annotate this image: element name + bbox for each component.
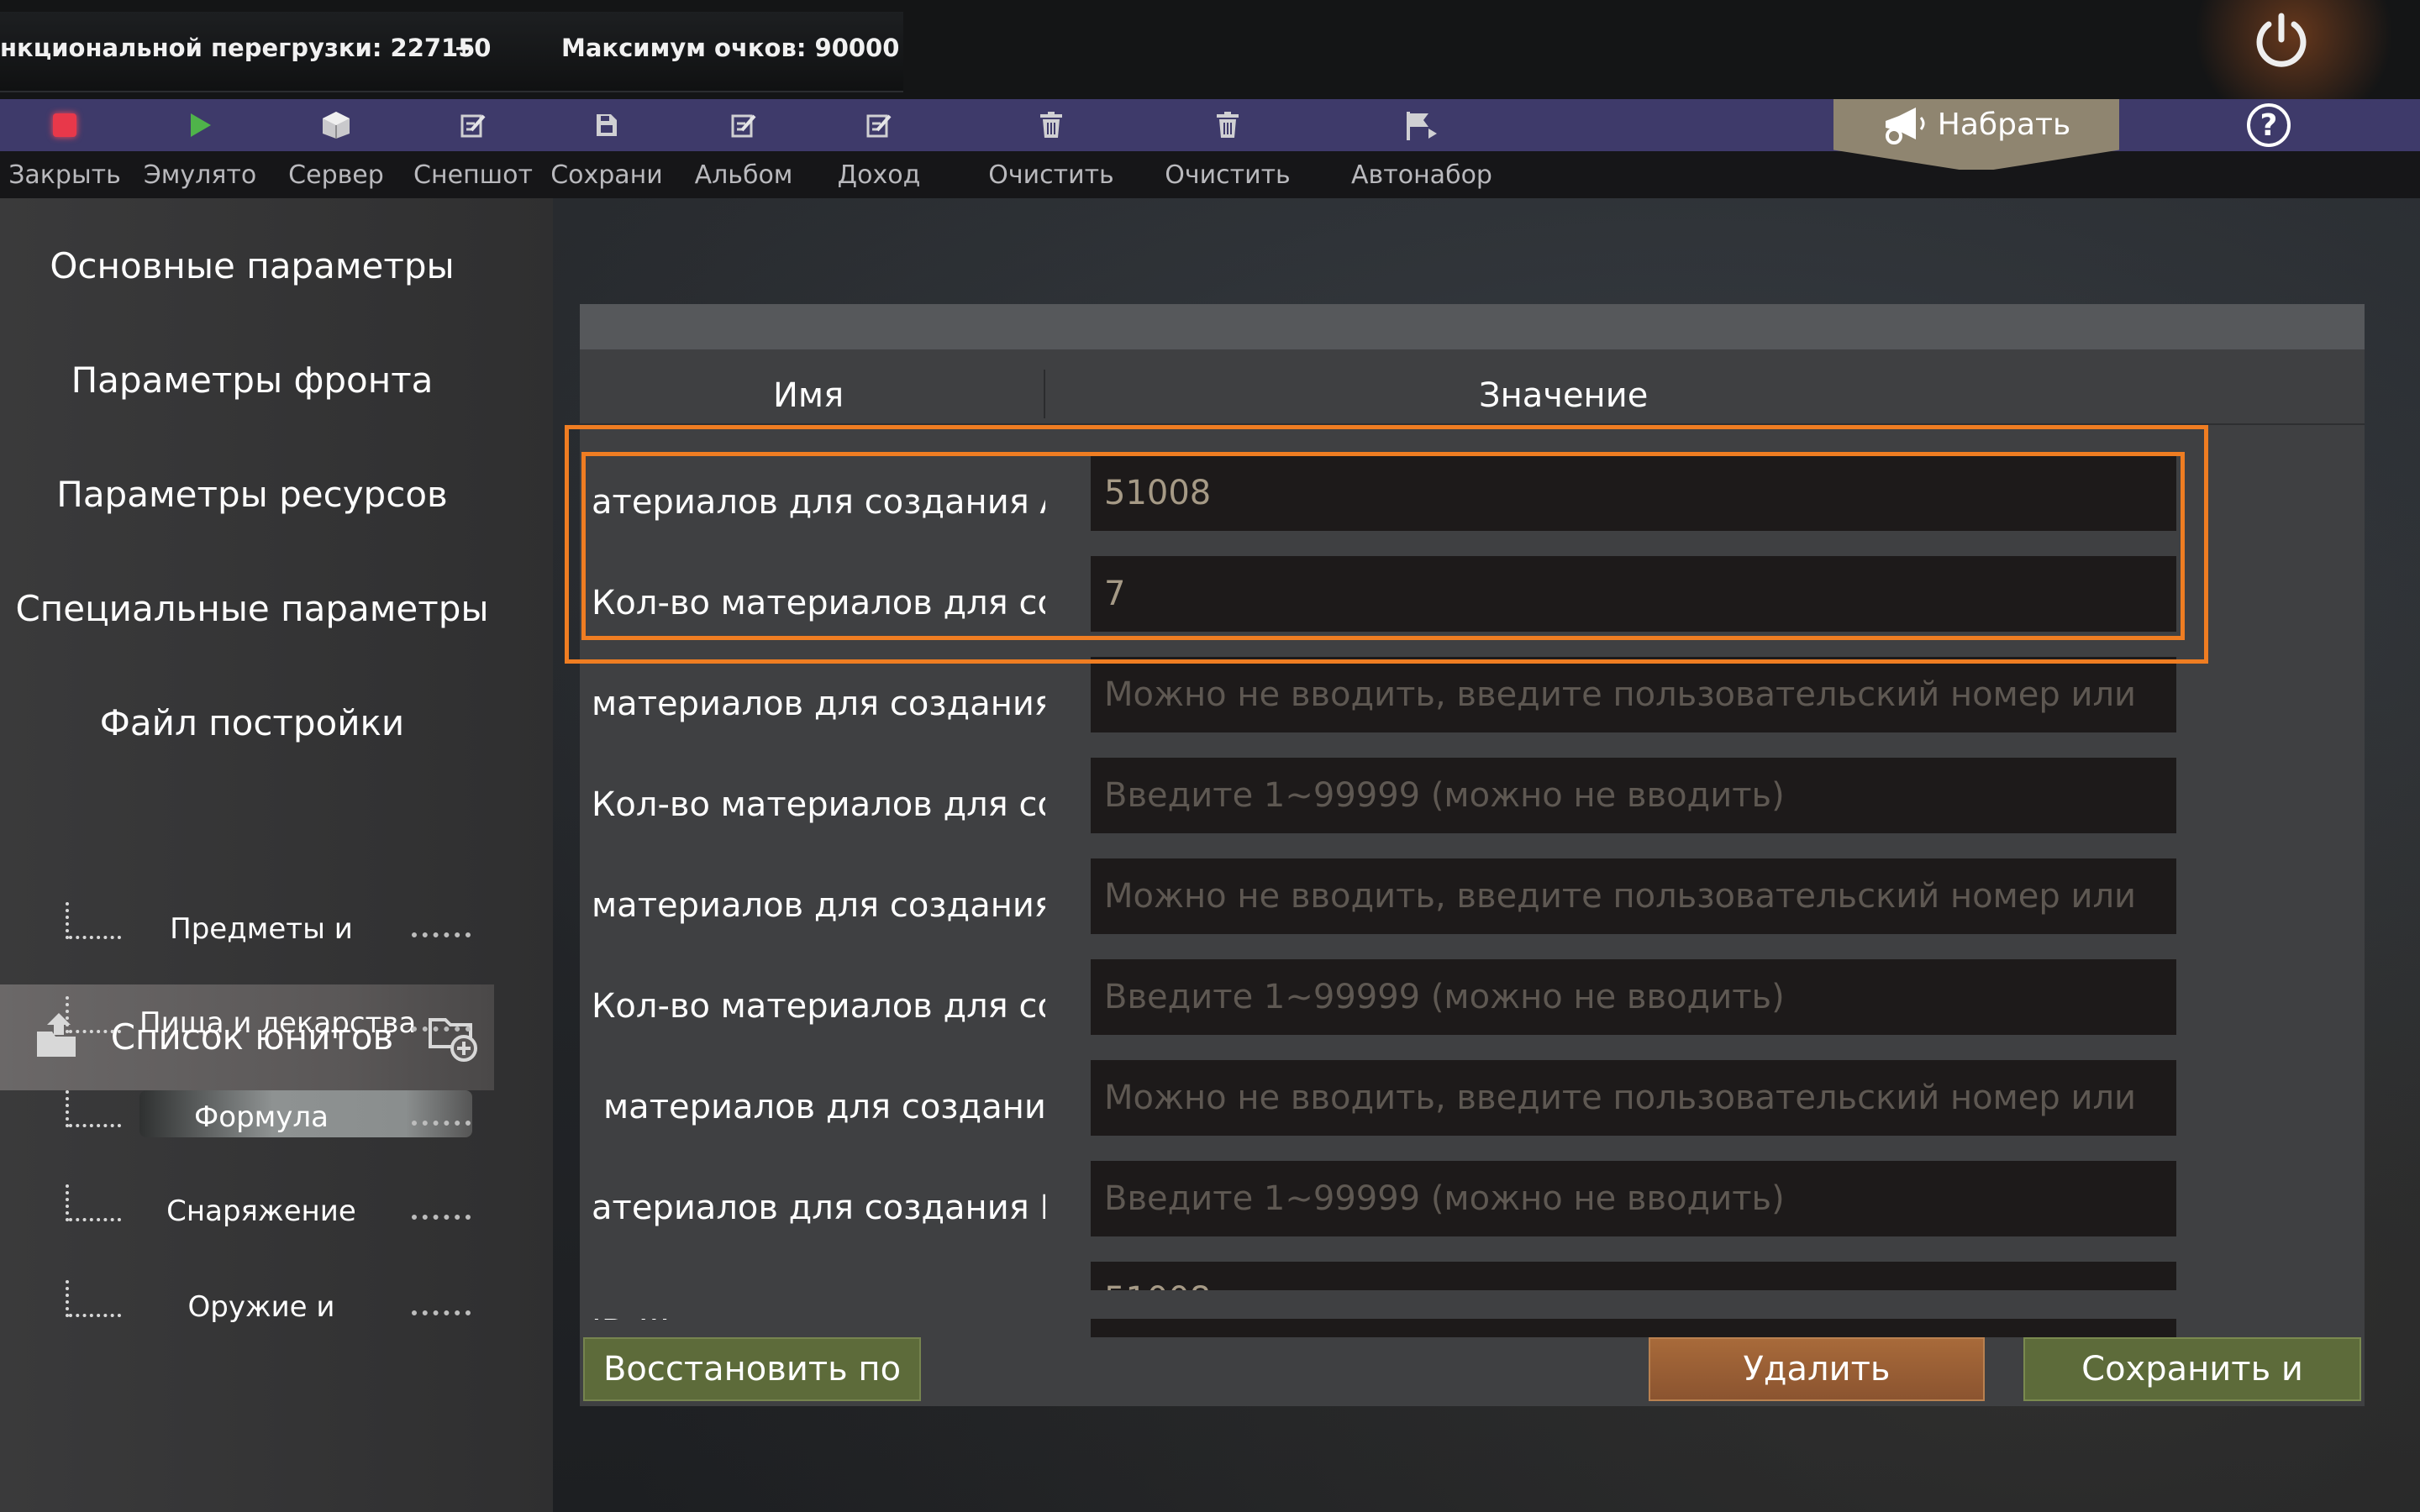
- tree-connector: [66, 1090, 69, 1127]
- toolbar-clear-button-2[interactable]: Очистить: [1160, 99, 1296, 198]
- edit-icon: [731, 114, 756, 138]
- toolbar-label: Закрыть: [8, 160, 121, 190]
- toolbar-label: Сервер: [288, 160, 384, 190]
- megaphone-icon: [1885, 108, 1925, 144]
- toolbar-clear-button-1[interactable]: Очистить: [983, 99, 1119, 198]
- list-clip-edge: [580, 1290, 2365, 1319]
- toolbar-server-button[interactable]: Сервер: [286, 99, 387, 198]
- toolbar-snapshot-button[interactable]: Снепшот: [413, 99, 533, 198]
- overload-status: нкциональной перегрузки: 22715: [0, 34, 476, 62]
- column-header-value: Значение: [1479, 376, 1649, 415]
- row-label: Кол-во материалов для со: [592, 785, 1045, 824]
- toolbar-emulator-button[interactable]: Эмулято: [143, 99, 257, 198]
- tree-connector: [69, 1124, 121, 1127]
- toolbar-label: Снепшот: [413, 160, 533, 190]
- value-input[interactable]: [1091, 758, 2176, 833]
- tree-tail: [412, 1215, 471, 1220]
- value-input[interactable]: [1091, 959, 2176, 1035]
- row-label: материалов для создани: [603, 1088, 1046, 1126]
- stop-icon: [53, 113, 76, 137]
- column-separator[interactable]: [1044, 370, 1045, 418]
- value-input[interactable]: [1091, 1060, 2176, 1136]
- tree-connector: [66, 996, 69, 1033]
- toolbar-auto-recruit-button[interactable]: Автонабор: [1348, 99, 1496, 198]
- power-icon: [2256, 13, 2307, 67]
- tree-item-label: Пища и лекарства: [139, 1006, 417, 1040]
- tree-item-label: Снаряжение: [166, 1194, 356, 1228]
- edit-icon: [866, 114, 892, 138]
- tree-tail: [412, 932, 471, 937]
- row-label: Кол-во материалов для со: [592, 987, 1045, 1026]
- sidebar-item-resource-params[interactable]: Параметры ресурсов: [0, 474, 504, 515]
- sidebar-item-build-file[interactable]: Файл постройки: [0, 702, 504, 743]
- row-label: материалов для создания: [592, 685, 1045, 723]
- sidebar-item-front-params[interactable]: Параметры фронта: [0, 360, 504, 401]
- value-input[interactable]: [1091, 858, 2176, 934]
- sidebar-item-basic-params[interactable]: Основные параметры: [0, 245, 504, 286]
- toolbar-label: Альбом: [694, 160, 793, 190]
- save-button[interactable]: Сохранить и: [2023, 1337, 2361, 1401]
- box-icon: [323, 112, 350, 139]
- tree-connector: [66, 1184, 69, 1221]
- toolbar-income-button[interactable]: Доход: [832, 99, 926, 198]
- sidebar: Основные параметры Параметры фронта Пара…: [0, 198, 553, 1512]
- toolbar-label: Доход: [837, 160, 921, 190]
- column-header-name: Имя: [773, 376, 844, 415]
- toolbar-label: Очистить: [1165, 160, 1291, 190]
- tree-connector: [69, 1030, 121, 1033]
- help-button[interactable]: ?: [2242, 99, 2296, 151]
- tree-tail: [412, 1310, 471, 1315]
- toolbar-save-button[interactable]: Сохрани: [550, 99, 663, 198]
- toolbar-label: Эмулято: [143, 160, 257, 190]
- sidebar-item-special-params[interactable]: Специальные параметры: [0, 588, 504, 629]
- tree-connector: [69, 1218, 121, 1221]
- overload-delta: +0: [454, 34, 492, 62]
- row-label: атериалов для создания D: [592, 1189, 1045, 1227]
- tree-item-items[interactable]: Предметы и: [66, 902, 486, 961]
- delete-button[interactable]: Удалить: [1649, 1337, 1985, 1401]
- tree-item-label: Формула: [194, 1100, 329, 1134]
- tree-item-food-medicine[interactable]: Пища и лекарства: [66, 996, 486, 1055]
- tree-item-label: Оружие и: [187, 1290, 335, 1324]
- row-label: материалов для создания: [592, 886, 1045, 925]
- panel-header-bar: [580, 304, 2365, 349]
- toolbar-album-button[interactable]: Альбом: [694, 99, 793, 198]
- help-icon: ?: [2247, 103, 2291, 147]
- toolbar-close-button[interactable]: Закрыть: [8, 99, 121, 198]
- highlight-box-inner: [581, 452, 2185, 640]
- trash-icon: [1217, 112, 1239, 138]
- recruit-label: Набрать: [1937, 108, 2071, 142]
- value-input[interactable]: [1091, 657, 2176, 732]
- tree-item-weapons[interactable]: Оружие и: [66, 1280, 486, 1339]
- edit-icon: [460, 114, 486, 138]
- tree-item-equipment[interactable]: Снаряжение: [66, 1184, 486, 1243]
- play-icon: [191, 113, 211, 137]
- toolbar-label: Сохрани: [550, 160, 663, 190]
- value-input[interactable]: [1091, 1161, 2176, 1236]
- tree-tail: [412, 1121, 471, 1126]
- trash-icon: [1040, 112, 1062, 138]
- tree-connector: [66, 1280, 69, 1317]
- auto-recruit-icon: [1407, 112, 1437, 140]
- toolbar-label: Автонабор: [1351, 160, 1492, 190]
- tree-item-label: Предметы и: [170, 912, 353, 946]
- restore-button[interactable]: Восстановить по: [583, 1337, 921, 1401]
- tree-item-formula[interactable]: Формула: [66, 1090, 486, 1149]
- tree-connector: [69, 936, 121, 939]
- tree-connector: [69, 1314, 121, 1317]
- power-button[interactable]: [2231, 0, 2332, 80]
- tree-tail: [412, 1026, 471, 1032]
- toolbar-label: Очистить: [988, 160, 1114, 190]
- save-icon: [597, 114, 617, 136]
- max-points: Максимум очков: 90000: [561, 34, 900, 62]
- tree-connector: [66, 902, 69, 939]
